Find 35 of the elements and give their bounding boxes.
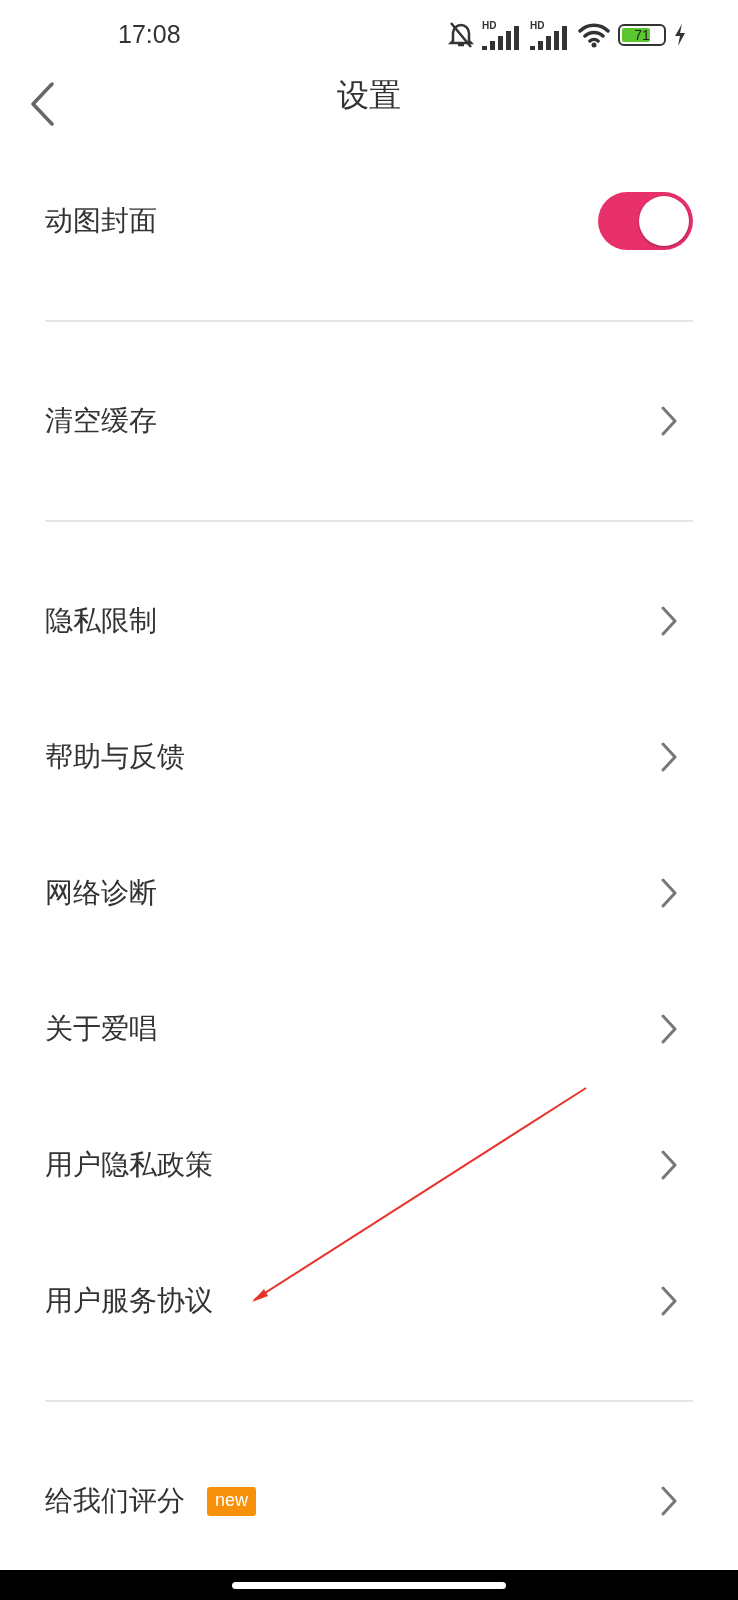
setting-label: 帮助与反馈 (45, 739, 185, 775)
setting-label: 用户隐私政策 (45, 1147, 213, 1183)
setting-label: 用户服务协议 (45, 1283, 213, 1319)
setting-label: 给我们评分 (45, 1483, 185, 1519)
chevron-right-icon (661, 1014, 677, 1044)
chevron-right-icon (661, 742, 677, 772)
setting-label: 网络诊断 (45, 875, 157, 911)
chevron-right-icon (661, 1286, 677, 1316)
settings-row[interactable]: 隐私限制 (45, 553, 693, 689)
new-badge: new (207, 1486, 257, 1516)
chevron-right-icon (661, 606, 677, 636)
settings-row[interactable]: 用户隐私政策 (45, 1097, 693, 1233)
settings-row[interactable]: 给我们评分 new (45, 1433, 693, 1569)
chevron-right-icon (661, 406, 677, 436)
settings-row[interactable]: 帮助与反馈 (45, 689, 693, 825)
settings-row[interactable]: 关于爱唱 (45, 961, 693, 1097)
battery-icon: 71 (618, 23, 666, 46)
setting-label: 关于爱唱 (45, 1011, 157, 1047)
wifi-icon (578, 21, 610, 48)
toggle-switch[interactable] (598, 192, 693, 250)
network-label: HD (482, 19, 497, 31)
setting-label: 清空缓存 (45, 403, 157, 439)
chevron-right-icon (661, 1150, 677, 1180)
settings-row[interactable]: 用户服务协议 (45, 1233, 693, 1369)
home-indicator[interactable] (232, 1581, 506, 1589)
settings-row[interactable]: 清空缓存 (45, 353, 693, 489)
page-title: 设置 (337, 74, 401, 116)
setting-label: 隐私限制 (45, 603, 157, 639)
chevron-right-icon (661, 1486, 677, 1516)
bell-off-icon (448, 20, 474, 49)
network-label: HD (530, 19, 545, 31)
chevron-right-icon (661, 878, 677, 908)
settings-row[interactable]: 网络诊断 (45, 825, 693, 961)
status-time: 17:08 (118, 20, 182, 50)
setting-label: 动图封面 (45, 203, 157, 239)
